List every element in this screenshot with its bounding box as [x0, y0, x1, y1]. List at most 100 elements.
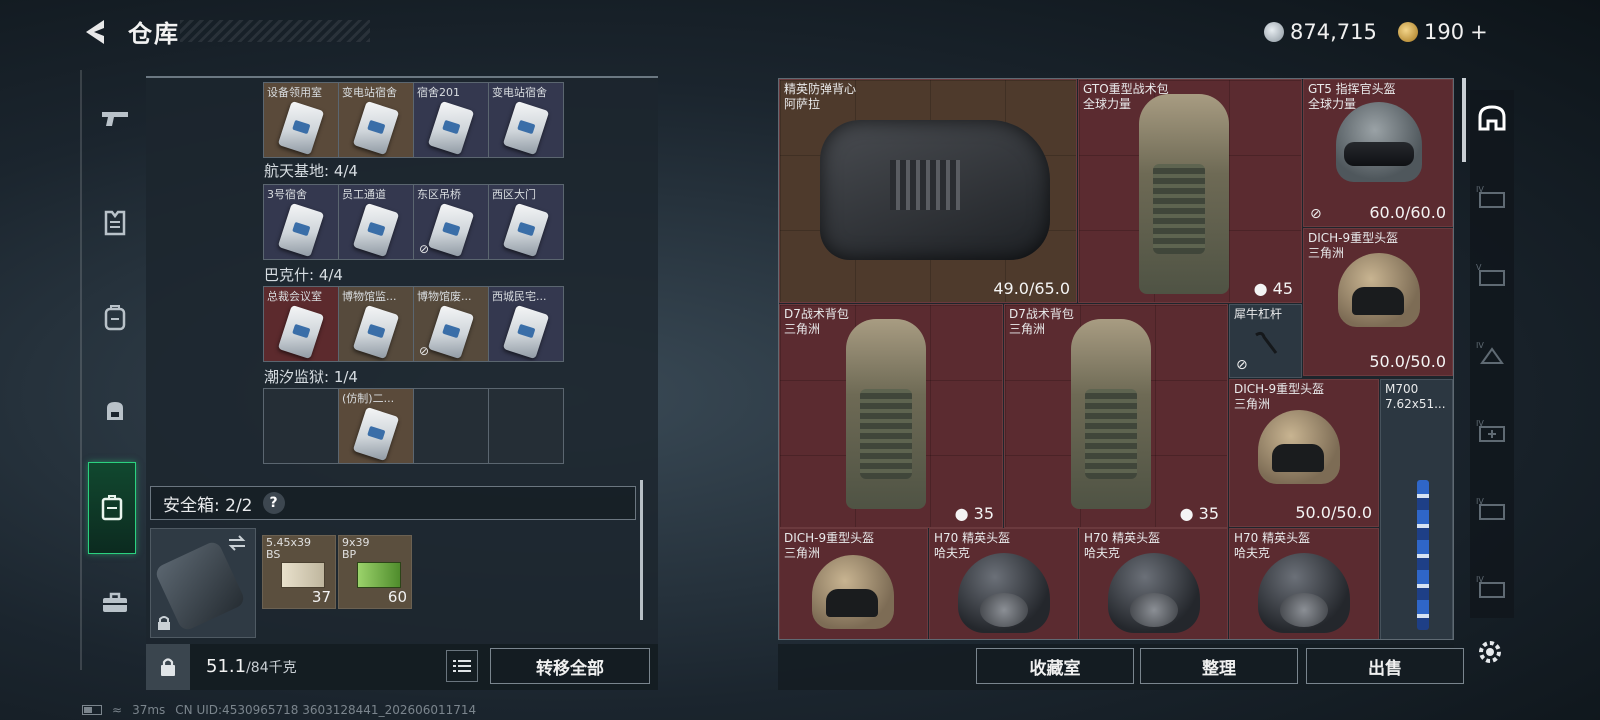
stash-filter-tabs: IV V IV IV IV IV — [1470, 90, 1514, 618]
tab-case-5[interactable]: IV — [1474, 490, 1510, 526]
keycard-image — [502, 304, 550, 360]
iv-triangle-case-icon: IV — [1476, 341, 1504, 364]
stash-item[interactable]: DICH-9重型头盔 三角洲 50.0/50.0 — [1229, 379, 1379, 527]
helmet-image — [812, 555, 894, 629]
keycard-slot[interactable] — [264, 389, 338, 463]
svg-text:IV: IV — [1476, 341, 1484, 350]
region-label-2: 巴克什: 4/4 — [264, 266, 343, 284]
ammo-count: 60 — [387, 588, 407, 606]
helmet-filter-icon — [1478, 105, 1506, 131]
help-icon[interactable]: ? — [262, 492, 285, 514]
stash-item[interactable]: DICH-9重型头盔 三角洲 50.0/50.0 — [1303, 228, 1453, 376]
keycard-image — [502, 100, 550, 156]
add-currency-button[interactable]: + — [1470, 20, 1488, 44]
keycard-slot[interactable]: 3号宿舍 — [264, 185, 338, 259]
keycard-slot[interactable]: 宿舍201 — [414, 83, 488, 157]
swap-icon[interactable] — [227, 535, 247, 551]
keycard-name: 宿舍201 — [417, 86, 460, 99]
stash-item[interactable]: GT5 指挥官头盔 全球力量 ⊘ 60.0/60.0 — [1303, 79, 1453, 227]
iv-case-icon: IV — [1476, 185, 1505, 208]
ammo-slot-2[interactable]: 9x39 BP 60 — [338, 535, 412, 609]
no-bind-icon: ⊘ — [1310, 206, 1322, 222]
item-name: 精英防弹背心 阿萨拉 — [784, 82, 857, 111]
iv-plus-case-icon: IV — [1476, 419, 1505, 442]
tab-case-3[interactable]: IV — [1474, 334, 1510, 370]
keycard-slot[interactable]: 员工通道 — [339, 185, 413, 259]
tab-case-1[interactable]: IV — [1474, 178, 1510, 214]
nav-weapons[interactable] — [90, 94, 140, 144]
stash-item[interactable]: 精英防弹背心 阿萨拉 49.0/65.0 — [779, 79, 1077, 303]
keycard-slot[interactable]: 博物馆监... — [339, 287, 413, 361]
tab-case-6[interactable]: IV — [1474, 568, 1510, 604]
stash-item[interactable]: 犀牛杠杆 ⊘ — [1229, 304, 1302, 378]
ammo-slot-1[interactable]: 5.45x39 BS 37 — [262, 535, 336, 609]
keycard-slot[interactable]: 设备领用室 — [264, 83, 338, 157]
nav-backpacks[interactable] — [90, 292, 140, 342]
item-name: DICH-9重型头盔 三角洲 — [1234, 382, 1325, 411]
stash-item[interactable]: DICH-9重型头盔 三角洲 — [779, 528, 928, 639]
item-name: H70 精英头盔 哈夫克 — [1084, 531, 1161, 560]
tab-helmets[interactable] — [1474, 100, 1510, 136]
keycard-slot[interactable]: 变电站宿舍 — [339, 83, 413, 157]
nav-tools[interactable] — [90, 578, 140, 628]
keycard-slot[interactable]: 西城民宅... — [489, 287, 563, 361]
region-label-3: 潮汐监狱: 1/4 — [264, 368, 358, 386]
item-capacity: ● 35 — [954, 504, 994, 523]
item-durability: 50.0/50.0 — [1369, 352, 1446, 371]
keycard-slot[interactable]: (仿制)二... — [339, 389, 413, 463]
tab-case-4[interactable]: IV — [1474, 412, 1510, 448]
capacity-value: 35 — [973, 504, 994, 523]
stash-item[interactable]: D7战术背包 三角洲 ● 35 — [1004, 304, 1228, 528]
keycard-image — [352, 406, 400, 462]
keycard-slot[interactable] — [489, 389, 563, 463]
safebox-header: 安全箱: 2/2 ? — [150, 486, 636, 520]
ammo-name: 5.45x39 BS — [266, 536, 311, 561]
helmet-image — [1338, 253, 1420, 327]
organize-button[interactable]: 整理 — [1140, 648, 1298, 684]
stash-item[interactable]: H70 精英头盔 哈夫克 — [929, 528, 1078, 639]
stash-item[interactable]: H70 精英头盔 哈夫克 — [1079, 528, 1228, 639]
stash-item[interactable]: H70 精英头盔 哈夫克 — [1229, 528, 1379, 639]
keycard-slot[interactable] — [414, 389, 488, 463]
capacity-value: 45 — [1272, 279, 1293, 298]
item-name: M700 7.62x51... — [1385, 382, 1446, 411]
keycard-slot[interactable]: 博物馆废... ⊘ — [414, 287, 488, 361]
stash-item[interactable]: GTO重型战术包 全球力量 ● 45 — [1078, 79, 1302, 303]
keycard-slot[interactable]: 总裁会议室 — [264, 287, 338, 361]
keycard-image — [502, 202, 550, 258]
list-view-button[interactable] — [446, 650, 478, 682]
settings-gear-icon[interactable] — [1474, 636, 1506, 668]
nav-armor[interactable] — [90, 198, 140, 248]
keycard-grid-space-base: 3号宿舍 员工通道 东区吊桥 ⊘ 西区大门 — [263, 184, 564, 260]
back-arrow-icon[interactable] — [80, 16, 110, 48]
item-durability: 49.0/65.0 — [993, 279, 1070, 298]
keycard-slot[interactable]: 变电站宿舍 — [489, 83, 563, 157]
tab-case-2[interactable]: V — [1474, 256, 1510, 292]
safe-box-container[interactable] — [150, 528, 256, 638]
weight-lock-button[interactable] — [146, 644, 190, 690]
stash-scrollbar[interactable] — [1462, 78, 1466, 162]
stash-item[interactable]: M700 7.62x51... — [1380, 379, 1453, 639]
sell-button[interactable]: 出售 — [1306, 648, 1464, 684]
no-bind-icon: ⊘ — [1236, 357, 1248, 373]
keycard-name: 博物馆监... — [342, 290, 397, 303]
region-label-1: 航天基地: 4/4 — [264, 162, 358, 180]
nav-keycard-case[interactable] — [88, 462, 136, 554]
nav-chest-rigs[interactable] — [90, 386, 140, 436]
keycard-slot[interactable]: 西区大门 — [489, 185, 563, 259]
title-decoration — [180, 20, 370, 42]
ammo-box-image — [357, 562, 401, 588]
item-name: 犀牛杠杆 — [1234, 307, 1283, 321]
gold-currency[interactable]: 190 + — [1398, 18, 1488, 46]
keycard-slot[interactable]: 东区吊桥 ⊘ — [414, 185, 488, 259]
left-scrollbar[interactable] — [640, 480, 643, 620]
item-durability: 60.0/60.0 — [1369, 203, 1446, 222]
transfer-all-button[interactable]: 转移全部 — [490, 648, 650, 684]
stash-item[interactable]: D7战术背包 三角洲 ● 35 — [779, 304, 1003, 528]
silver-currency: 874,715 — [1264, 18, 1377, 46]
collection-room-button[interactable]: 收藏室 — [976, 648, 1134, 684]
stash-grid: 精英防弹背心 阿萨拉 49.0/65.0 GTO重型战术包 全球力量 ● 45 … — [778, 78, 1454, 640]
keycard-name: 设备领用室 — [267, 86, 322, 99]
page-title: 仓库 — [128, 20, 180, 48]
keycard-name: 总裁会议室 — [267, 290, 322, 303]
